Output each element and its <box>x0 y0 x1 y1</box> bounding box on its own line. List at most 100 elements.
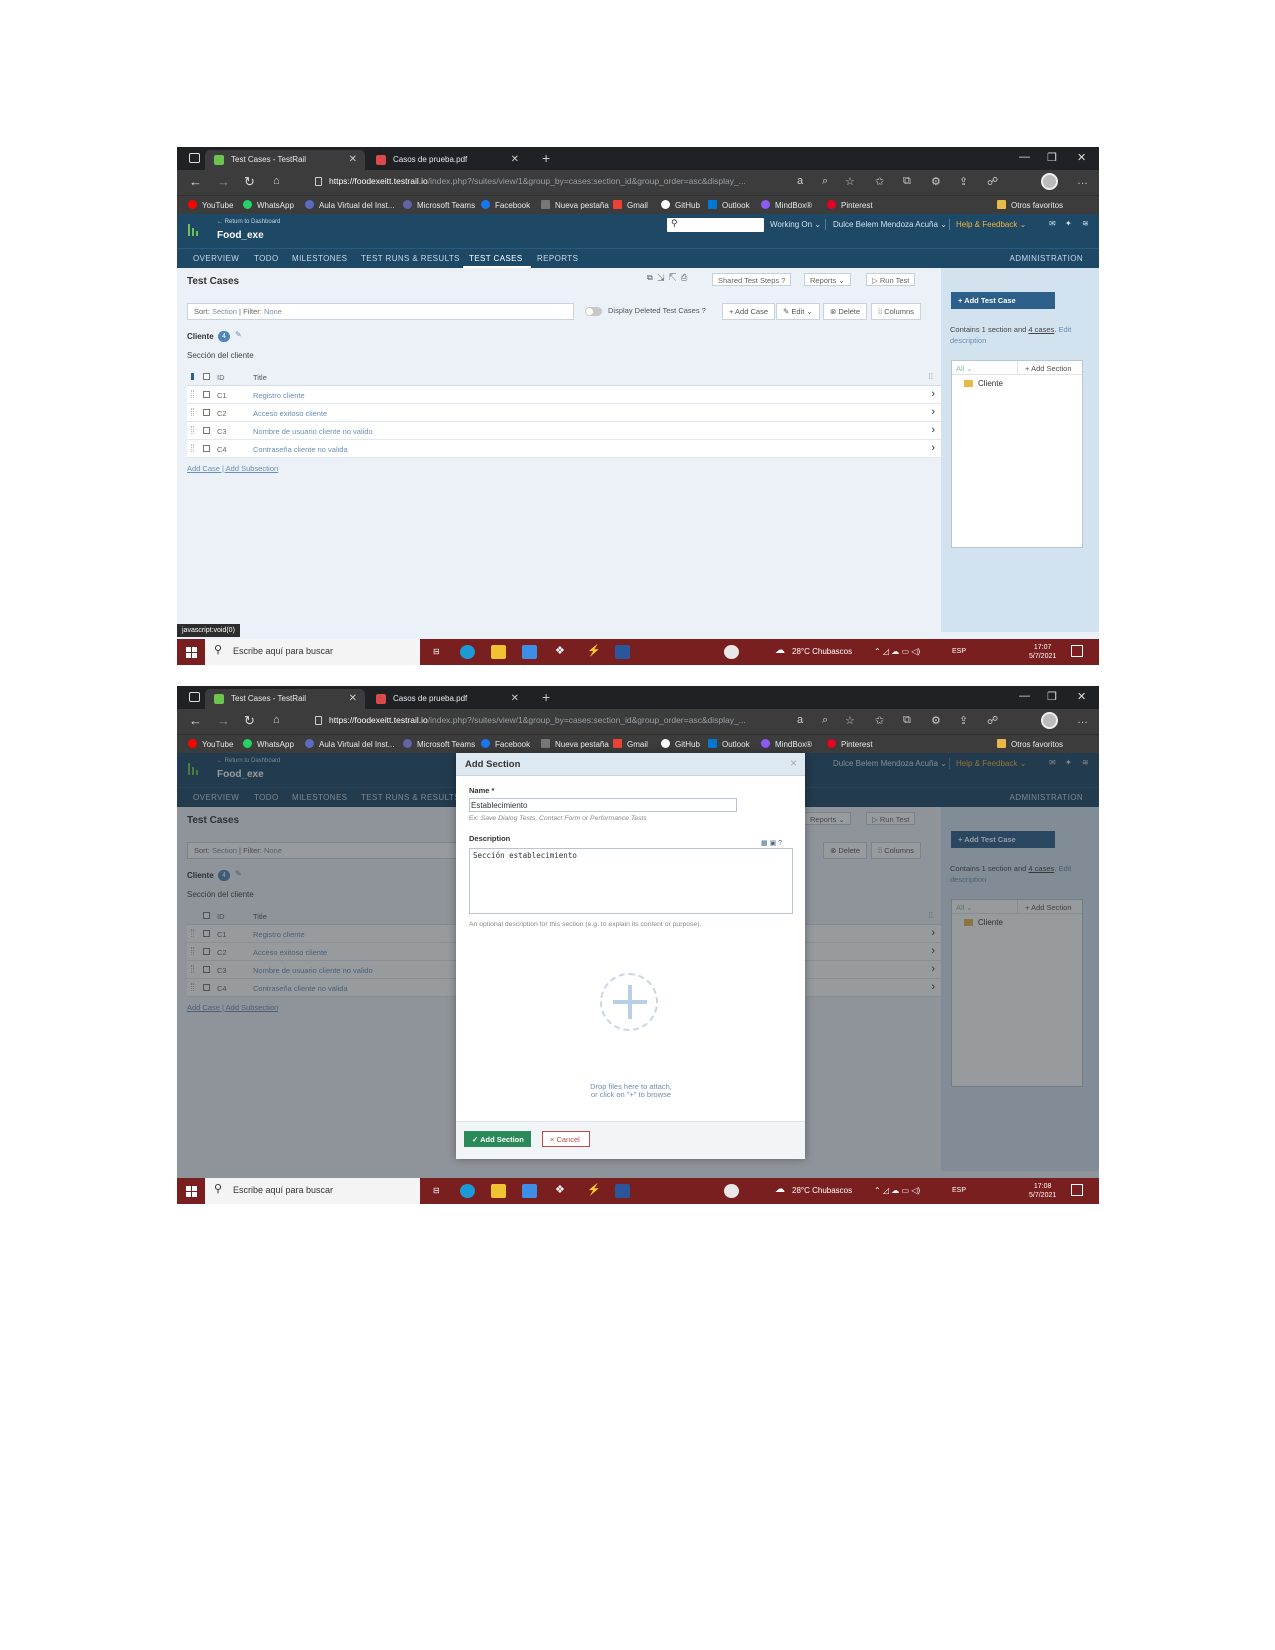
display-deleted-toggle[interactable] <box>585 307 602 316</box>
rss-icon[interactable]: ≋ <box>1082 219 1089 228</box>
read-aloud-icon[interactable]: a <box>797 175 803 187</box>
bookmark-facebook[interactable]: Facebook <box>481 200 530 210</box>
share-icon[interactable]: ⇪ <box>959 714 968 727</box>
row-checkbox[interactable] <box>203 409 210 416</box>
chevron-right-icon[interactable]: › <box>931 406 935 418</box>
close-icon[interactable]: ✕ <box>349 693 357 704</box>
avatar[interactable] <box>1041 173 1058 190</box>
taskbar-search-input[interactable]: ⚲ Escribe aquí para buscar <box>205 639 420 665</box>
restore-icon[interactable]: ❐ <box>1047 151 1057 164</box>
new-tab-icon[interactable]: + <box>542 689 550 705</box>
add-subsection-link[interactable]: Add Subsection <box>226 464 279 473</box>
lock-icon[interactable] <box>315 177 322 186</box>
row-checkbox[interactable] <box>203 427 210 434</box>
print-icon[interactable]: ⎙ <box>681 273 687 282</box>
profile-sync-icon[interactable]: ☍ <box>987 175 998 188</box>
edit-section-icon[interactable]: ✎ <box>235 330 242 339</box>
tree-filter-dropdown[interactable]: All ⌄ <box>956 364 973 373</box>
table-row[interactable]: C2 Acceso exitoso cliente › <box>187 404 941 422</box>
tab-todo[interactable]: TODO <box>254 254 279 263</box>
refresh-icon[interactable]: ↻ <box>244 174 255 190</box>
lock-icon[interactable] <box>315 716 322 725</box>
run-test-button[interactable]: ▷ Run Test <box>866 273 916 286</box>
notifications-icon[interactable] <box>1071 645 1083 657</box>
table-row[interactable]: C3 Nombre de usuario cliente no valido › <box>187 422 941 440</box>
mail-icon[interactable] <box>522 645 537 659</box>
reports-button[interactable]: Reports ⌄ <box>804 273 851 286</box>
power-automate-icon[interactable]: ⚡ <box>587 1183 601 1196</box>
url-field[interactable]: https://foodexeitt.testrail.io/index.php… <box>329 176 746 186</box>
tree-item-cliente[interactable]: Cliente <box>964 379 1003 388</box>
edge-icon[interactable] <box>460 645 475 659</box>
favorites-icon[interactable]: ✩ <box>875 714 884 727</box>
mail-icon[interactable]: ✉ <box>1049 219 1056 228</box>
clock[interactable]: 17:08 5/7/2021 <box>1029 1182 1056 1200</box>
tray-icons[interactable]: ⌃ ◿ ☁ ▭ ◁) <box>874 1186 920 1195</box>
back-icon[interactable]: ← <box>189 713 202 728</box>
bookmark-whatsapp[interactable]: WhatsApp <box>243 739 294 749</box>
cases-count-link[interactable]: 4 cases <box>1028 325 1054 334</box>
drag-handle-icon[interactable] <box>191 426 194 434</box>
windows-start-icon[interactable] <box>186 1186 197 1197</box>
new-tab-icon[interactable]: + <box>542 150 550 166</box>
home-icon[interactable]: ⌂ <box>273 175 280 187</box>
forward-icon[interactable]: → <box>217 174 230 189</box>
forward-icon[interactable]: → <box>217 713 230 728</box>
bookmark-new-tab[interactable]: Nueva pestaña <box>541 200 609 210</box>
sort-filter-box[interactable]: Sort: Section | Filter: None <box>187 303 574 320</box>
bookmark-gmail[interactable]: Gmail <box>613 200 648 210</box>
twitter-icon[interactable]: ✦ <box>1065 219 1072 228</box>
weather-text[interactable]: 28°C Chubascos <box>792 647 852 656</box>
bookmark-youtube[interactable]: YouTube <box>188 200 233 210</box>
close-icon[interactable]: × <box>790 756 797 770</box>
bookmark-github[interactable]: GitHub <box>661 200 700 210</box>
tab-test-runs[interactable]: TEST RUNS & RESULTS <box>361 254 460 263</box>
import-icon[interactable]: ⇲ <box>657 273 664 282</box>
table-row[interactable]: C4 Contraseña cliente no valida › <box>187 440 941 458</box>
windows-start-icon[interactable] <box>186 647 197 658</box>
favorites-icon[interactable]: ✩ <box>875 175 884 188</box>
add-test-case-button[interactable]: + Add Test Case <box>951 292 1055 309</box>
refresh-icon[interactable]: ↻ <box>244 713 255 729</box>
edge-icon[interactable] <box>460 1184 475 1198</box>
drag-handle-icon[interactable] <box>191 444 194 452</box>
tab-actions-icon[interactable] <box>189 692 200 702</box>
chevron-right-icon[interactable]: › <box>931 424 935 436</box>
dropbox-icon[interactable]: ❖ <box>555 1183 565 1196</box>
task-view-icon[interactable]: ⊟ <box>433 647 440 656</box>
bookmark-aula-virtual[interactable]: Aula Virtual del Inst... <box>305 200 394 210</box>
favorite-icon[interactable]: ☆ <box>845 714 855 727</box>
file-explorer-icon[interactable] <box>491 645 506 659</box>
case-title-link[interactable]: Registro cliente <box>253 391 305 400</box>
working-on-dropdown[interactable]: Working On ⌄ <box>770 220 821 229</box>
shared-steps-button[interactable]: Shared Test Steps ? <box>712 273 792 286</box>
add-section-submit-button[interactable]: ✓ Add Section <box>464 1131 531 1147</box>
cancel-button[interactable]: × Cancel <box>542 1131 590 1147</box>
tab-actions-icon[interactable] <box>189 153 200 163</box>
favorite-icon[interactable]: ☆ <box>845 175 855 188</box>
help-feedback-menu[interactable]: Help & Feedback ⌄ <box>956 220 1026 229</box>
close-icon[interactable]: ✕ <box>511 693 519 704</box>
tab-milestones[interactable]: MILESTONES <box>292 254 347 263</box>
other-favorites[interactable]: Otros favoritos <box>997 200 1063 210</box>
description-field[interactable]: Sección establecimiento <box>469 848 793 914</box>
bookmark-aula-virtual[interactable]: Aula Virtual del Inst... <box>305 739 394 749</box>
home-icon[interactable]: ⌂ <box>273 714 280 726</box>
help-icon[interactable] <box>724 1184 739 1198</box>
search-input[interactable]: ⚲ <box>667 218 764 232</box>
add-case-button[interactable]: + Add Case <box>722 303 775 320</box>
help-icon[interactable]: ? <box>778 840 782 847</box>
delete-button[interactable]: ⊗ Delete <box>823 303 868 320</box>
tray-icons[interactable]: ⌃ ◿ ☁ ▭ ◁) <box>874 647 920 656</box>
close-icon[interactable]: ✕ <box>349 154 357 165</box>
add-section-button[interactable]: + Add Section <box>1017 361 1072 375</box>
file-explorer-icon[interactable] <box>491 1184 506 1198</box>
return-to-dashboard-link[interactable]: ← Return to Dashboard <box>217 219 280 225</box>
back-icon[interactable]: ← <box>189 174 202 189</box>
language-indicator[interactable]: ESP <box>952 648 966 655</box>
profile-sync-icon[interactable]: ☍ <box>987 714 998 727</box>
clock[interactable]: 17:07 5/7/2021 <box>1029 643 1056 661</box>
bookmark-facebook[interactable]: Facebook <box>481 739 530 749</box>
browser-tab-testrail[interactable]: Test Cases - TestRail ✕ <box>205 689 365 709</box>
bookmark-pinterest[interactable]: Pinterest <box>827 739 873 749</box>
